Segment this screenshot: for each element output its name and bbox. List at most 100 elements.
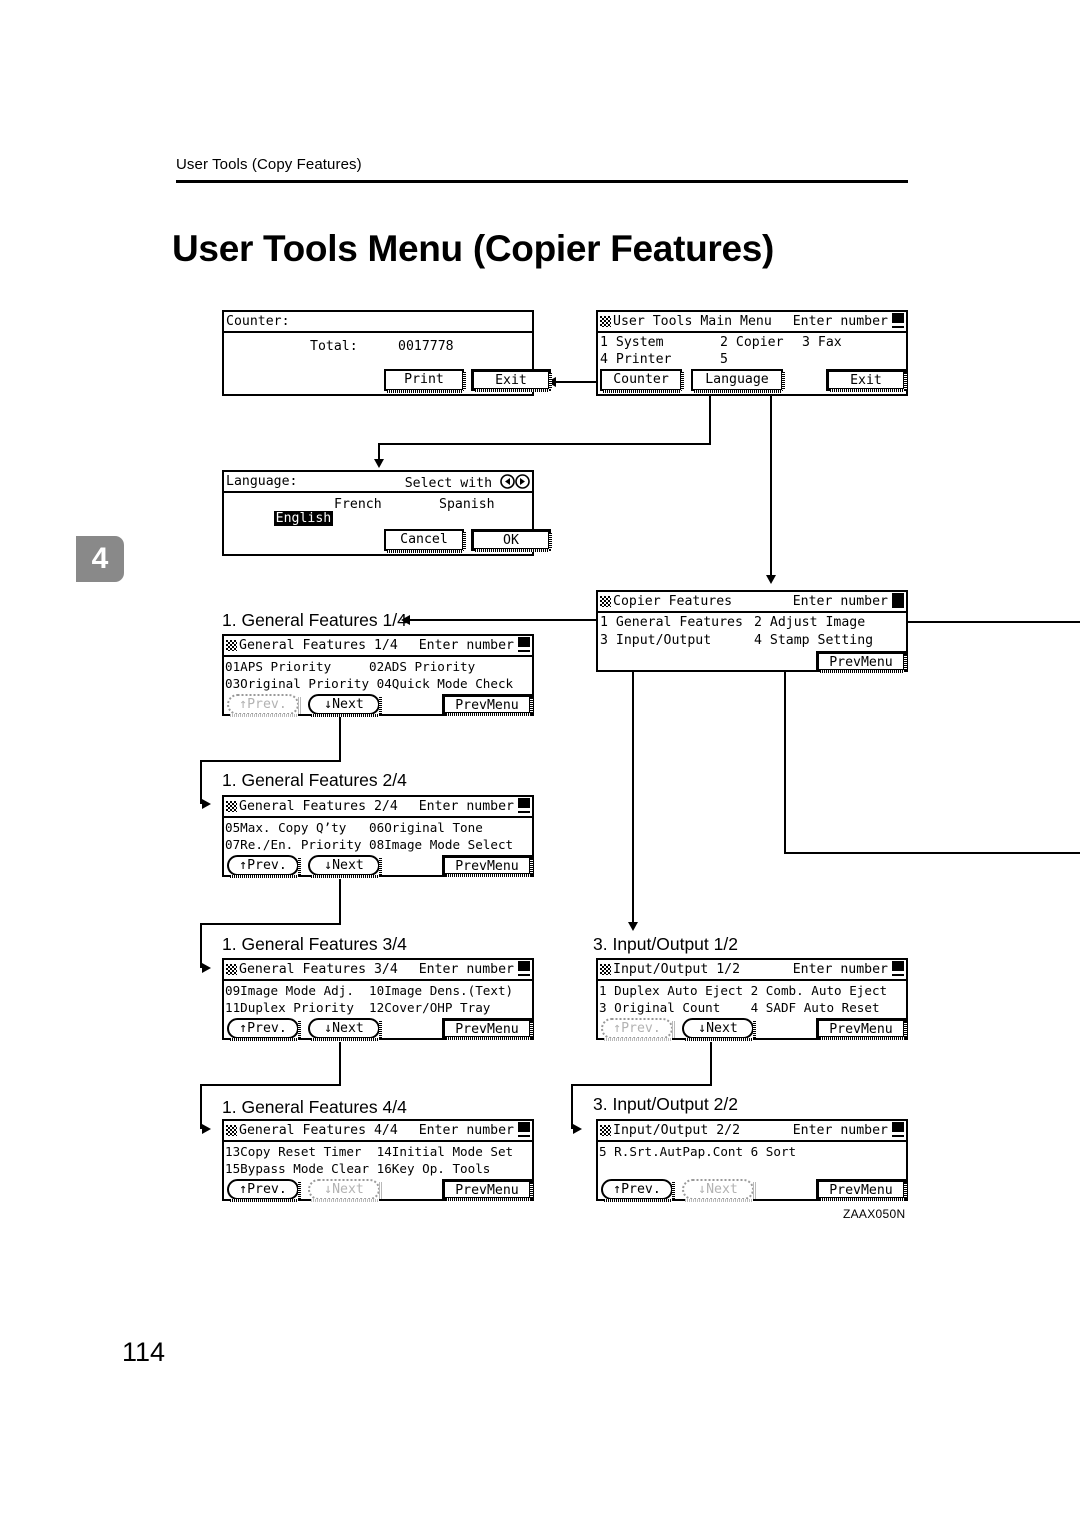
- io2-line-1[interactable]: 5 R.Srt.AutPap.Cont 6 Sort: [599, 1144, 796, 1159]
- language-option-french[interactable]: French: [334, 497, 382, 512]
- gf3-prevmenu-button[interactable]: PrevMenu: [442, 1018, 533, 1040]
- language-button[interactable]: Language: [691, 369, 785, 393]
- main-menu-item-copier[interactable]: 2 Copier: [720, 335, 784, 350]
- gf1-prevmenu-button[interactable]: PrevMenu: [442, 694, 533, 716]
- scroll-indicator[interactable]: [518, 637, 530, 652]
- connector-arrow-copier: [766, 575, 776, 584]
- cancel-button[interactable]: Cancel: [384, 529, 466, 553]
- io1-line-1[interactable]: 1 Duplex Auto Eject 2 Comb. Auto Eject: [599, 983, 887, 998]
- scroll-indicator[interactable]: [518, 1122, 530, 1137]
- copier-item-adjust-image[interactable]: 2 Adjust Image: [754, 615, 865, 630]
- button-shadow: [387, 550, 463, 553]
- button-shadow: [311, 714, 379, 717]
- io2-prev-button[interactable]: ↑Prev.: [601, 1179, 675, 1202]
- counter-button[interactable]: Counter: [600, 369, 684, 393]
- copier-item-general-features[interactable]: 1 General Features: [600, 615, 743, 630]
- button-shadow: [463, 372, 466, 390]
- gf4-prev-label: ↑Prev.: [239, 1182, 287, 1197]
- scroll-indicator[interactable]: [518, 798, 530, 813]
- counter-exit-button[interactable]: Exit: [471, 369, 552, 392]
- button-shadow: [446, 874, 530, 877]
- gf2-prevmenu-button[interactable]: PrevMenu: [442, 855, 533, 877]
- io1-next-button[interactable]: ↓Next: [682, 1018, 756, 1041]
- ok-button[interactable]: OK: [471, 529, 552, 552]
- copier-item-input-output[interactable]: 3 Input/Output: [600, 633, 711, 648]
- gf4-line-2[interactable]: 15Bypass Mode Clear 16Key Op. Tools: [225, 1161, 490, 1176]
- gf1-titlebar: General Features 1/4 Enter number: [224, 636, 532, 657]
- main-menu-exit-button[interactable]: Exit: [826, 369, 907, 392]
- caption-io1: 3. Input/Output 1/2: [593, 934, 738, 954]
- io1-line-2[interactable]: 3 Original Count 4 SADF Auto Reset: [599, 1000, 880, 1015]
- print-button-label: Print: [404, 372, 444, 387]
- gf3-prev-label: ↑Prev.: [239, 1021, 287, 1036]
- gf3-title: General Features 3/4: [239, 962, 398, 977]
- gf4-prev-button[interactable]: ↑Prev.: [227, 1179, 301, 1202]
- gf3-line-2[interactable]: 11Duplex Priority 12Cover/OHP Tray: [225, 1000, 490, 1015]
- gf2-line-2[interactable]: 07Re./En. Priority 08Image Mode Select: [225, 837, 513, 852]
- gf1-next-button[interactable]: ↓Next: [308, 694, 382, 717]
- connector-gf3-next-v1: [339, 1042, 341, 1085]
- language-titlebar: Language: Select with: [224, 472, 532, 493]
- print-button[interactable]: Print: [384, 369, 466, 393]
- button-shadow: [820, 1198, 904, 1201]
- scroll-indicator[interactable]: [892, 961, 904, 976]
- language-option-spanish[interactable]: Spanish: [439, 497, 495, 512]
- button-shadow: [475, 389, 549, 392]
- panel-copier-features: Copier Features Enter number 1 General F…: [596, 590, 908, 673]
- panel-language: Language: Select with English French Spa…: [222, 470, 552, 556]
- gf2-next-button[interactable]: ↓Next: [308, 855, 382, 878]
- scroll-indicator[interactable]: [518, 961, 530, 976]
- gf4-title: General Features 4/4: [239, 1123, 398, 1138]
- button-shadow: [782, 372, 785, 390]
- gf1-line-1[interactable]: 01APS Priority 02ADS Priority: [225, 659, 475, 674]
- left-right-arrows-icon: [500, 474, 530, 493]
- scroll-indicator[interactable]: [892, 1122, 904, 1137]
- io1-next-label: ↓Next: [698, 1021, 738, 1036]
- gf4-titlebar: General Features 4/4 Enter number: [224, 1121, 532, 1142]
- gf3-next-button[interactable]: ↓Next: [308, 1018, 382, 1041]
- button-shadow: [904, 1022, 907, 1037]
- button-shadow: [685, 1038, 753, 1041]
- io2-next-button: ↓Next: [682, 1179, 756, 1202]
- io1-prev-label: ↑Prev.: [613, 1021, 661, 1036]
- gf2-line-1[interactable]: 05Max. Copy Q’ty 06Original Tone: [225, 820, 483, 835]
- ok-button-label: OK: [503, 533, 519, 548]
- io2-prevmenu-button[interactable]: PrevMenu: [816, 1179, 907, 1201]
- gf4-next-label: ↓Next: [324, 1182, 364, 1197]
- gf4-line-1[interactable]: 13Copy Reset Timer 14Initial Mode Set: [225, 1144, 513, 1159]
- main-menu-item-5[interactable]: 5: [720, 352, 728, 367]
- language-option-english[interactable]: English: [226, 496, 334, 541]
- menu-icon: [600, 316, 611, 327]
- connector-gf2-next-v1: [339, 879, 341, 924]
- connector-io1-next-v2: [571, 1084, 573, 1129]
- page-number: 114: [122, 1337, 166, 1367]
- io1-prevmenu-button[interactable]: PrevMenu: [816, 1018, 907, 1040]
- button-shadow: [298, 858, 301, 875]
- gf4-prevmenu-button[interactable]: PrevMenu: [442, 1179, 533, 1201]
- scroll-indicator[interactable]: [892, 313, 904, 328]
- connector-language-v1: [709, 392, 711, 444]
- main-menu-item-printer[interactable]: 4 Printer: [600, 352, 671, 367]
- button-shadow: [379, 858, 382, 875]
- gf2-titlebar: General Features 2/4 Enter number: [224, 797, 532, 818]
- main-menu-item-fax[interactable]: 3 Fax: [802, 335, 842, 350]
- copier-item-stamp-setting[interactable]: 4 Stamp Setting: [754, 633, 873, 648]
- panel-input-output-2: Input/Output 2/2 Enter number 5 R.Srt.Au…: [596, 1119, 908, 1202]
- language-hint: Select with: [404, 476, 493, 491]
- gf2-prev-button[interactable]: ↑Prev.: [227, 855, 301, 878]
- menu-icon: [226, 640, 237, 651]
- io2-prev-label: ↑Prev.: [613, 1182, 661, 1197]
- button-shadow: [446, 713, 530, 716]
- button-shadow: [475, 549, 549, 552]
- copier-prevmenu-button[interactable]: PrevMenu: [816, 651, 907, 673]
- scroll-indicator[interactable]: [892, 593, 904, 608]
- main-menu-item-system[interactable]: 1 System: [600, 335, 664, 350]
- gf2-title-group: General Features 2/4: [226, 799, 398, 814]
- connector-arrow-gf4: [202, 1124, 211, 1134]
- button-shadow: [549, 373, 552, 389]
- gf3-prev-button[interactable]: ↑Prev.: [227, 1018, 301, 1041]
- connector-arrow-language: [374, 459, 384, 468]
- button-shadow: [311, 875, 379, 878]
- gf1-line-2[interactable]: 03Original Priority 04Quick Mode Check: [225, 676, 513, 691]
- gf3-line-1[interactable]: 09Image Mode Adj. 10Image Dens.(Text): [225, 983, 513, 998]
